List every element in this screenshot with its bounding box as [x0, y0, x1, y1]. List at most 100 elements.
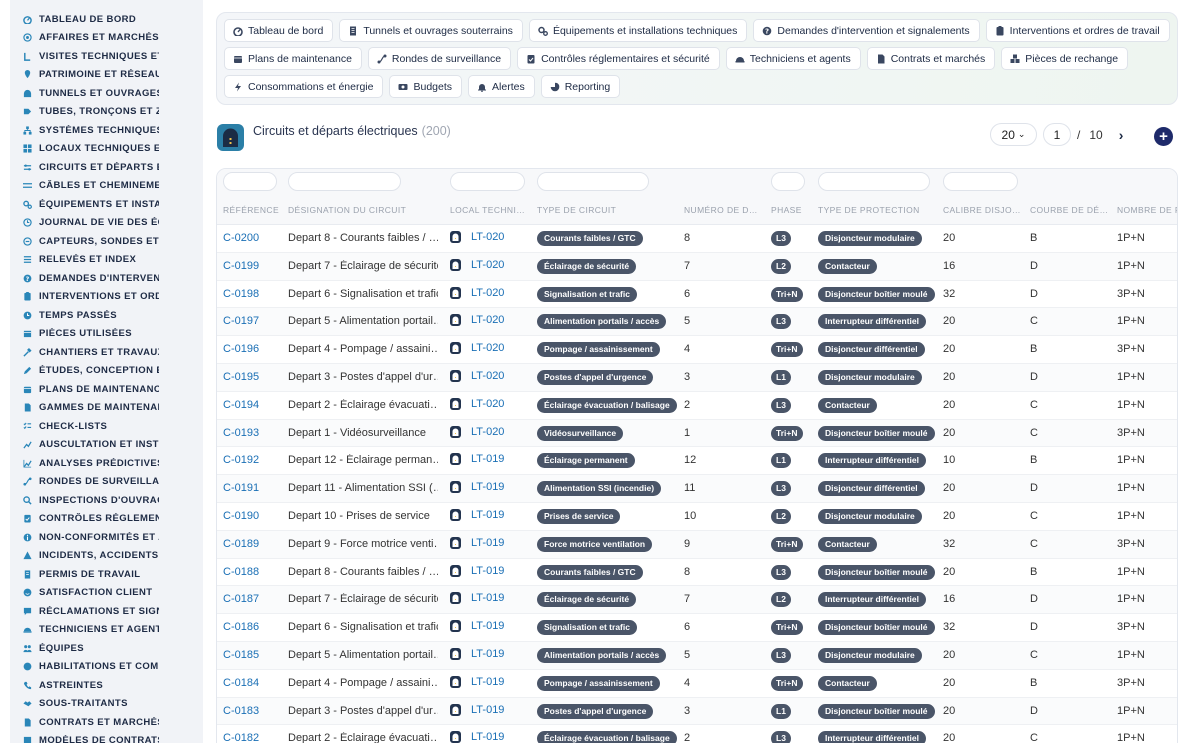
top-nav-button[interactable]: Budgets [389, 75, 463, 98]
sidebar-item[interactable]: ASTREINTES [10, 676, 203, 695]
sidebar-item[interactable]: GAMMES DE MAINTENANC [10, 399, 203, 418]
plus-circle-icon[interactable]: + [1154, 127, 1173, 146]
local-technique-link[interactable]: LT-019 [450, 620, 504, 633]
reference-link[interactable]: C-0196 [223, 343, 259, 355]
column-header[interactable]: CALIBRE DISJO… [943, 205, 1021, 215]
top-nav-button[interactable]: Alertes [468, 75, 535, 98]
sidebar-item[interactable]: PATRIMOINE ET RÉSEAUX [10, 66, 203, 85]
column-header[interactable]: TYPE DE PROTECTION [818, 205, 920, 215]
sidebar-item[interactable]: PLANS DE MAINTENANCE [10, 380, 203, 399]
table-row[interactable]: C-0195 Depart 3 - Postes d'appel d'ur… LT-… [217, 363, 1177, 392]
sidebar-item[interactable]: ANALYSES PRÉDICTIVES [10, 454, 203, 473]
reference-link[interactable]: C-0194 [223, 399, 259, 411]
reference-link[interactable]: C-0189 [223, 538, 259, 550]
sidebar-item[interactable]: PIÈCES UTILISÉES [10, 325, 203, 344]
local-technique-link[interactable]: LT-019 [450, 481, 504, 494]
column-header[interactable]: COURBE DE DÉ… [1030, 205, 1108, 215]
column-header[interactable]: NUMÉRO DE D… [684, 205, 758, 215]
reference-link[interactable]: C-0187 [223, 593, 259, 605]
sidebar-item[interactable]: MODÈLES DE CONTRATS [10, 732, 203, 743]
reference-link[interactable]: C-0182 [223, 732, 259, 743]
top-nav-button[interactable]: Plans de maintenance [224, 47, 362, 70]
reference-link[interactable]: C-0190 [223, 510, 259, 522]
reference-link[interactable]: C-0191 [223, 482, 259, 494]
sidebar-item[interactable]: TEMPS PASSÉS [10, 306, 203, 325]
local-technique-link[interactable]: LT-019 [450, 731, 504, 743]
sidebar-item[interactable]: CONTRÔLES RÉGLEMENT [10, 510, 203, 529]
top-nav-button[interactable]: Techniciens et agents [725, 47, 861, 70]
sidebar-item[interactable]: CONTRATS ET MARCHÉS [10, 713, 203, 732]
sidebar-item[interactable]: CHANTIERS ET TRAVAUX [10, 343, 203, 362]
local-technique-link[interactable]: LT-020 [450, 231, 504, 243]
local-technique-link[interactable]: LT-020 [450, 314, 504, 327]
local-technique-link[interactable]: LT-019 [450, 675, 504, 688]
local-technique-link[interactable]: LT-020 [450, 397, 504, 410]
table-row[interactable]: C-0183 Depart 3 - Postes d'appel d'ur… LT-… [217, 697, 1177, 726]
sidebar-item[interactable]: CIRCUITS ET DÉPARTS ÉL [10, 158, 203, 177]
sidebar-item[interactable]: RELEVÉS ET INDEX [10, 251, 203, 270]
local-technique-link[interactable]: LT-019 [450, 647, 504, 660]
chevron-right-icon[interactable]: › [1119, 127, 1124, 143]
local-technique-link[interactable]: LT-019 [450, 508, 504, 521]
sidebar-item[interactable]: JOURNAL DE VIE DES ÉQ [10, 214, 203, 233]
top-nav-button[interactable]: Pièces de rechange [1001, 47, 1129, 70]
reference-link[interactable]: C-0193 [223, 427, 259, 439]
page-number-input[interactable]: 1 [1043, 123, 1071, 146]
sidebar-item[interactable]: INTERVENTIONS ET ORDR [10, 288, 203, 307]
column-filter-input[interactable] [771, 172, 805, 191]
reference-link[interactable]: C-0186 [223, 621, 259, 633]
reference-link[interactable]: C-0197 [223, 315, 259, 327]
local-technique-link[interactable]: LT-019 [450, 564, 504, 577]
table-row[interactable]: C-0188 Depart 8 - Courants faibles / … LT-… [217, 559, 1177, 587]
sidebar-item[interactable]: HABILITATIONS ET COMP [10, 658, 203, 677]
table-row[interactable]: C-0197 Depart 5 - Alimentation portail… LT… [217, 308, 1177, 337]
local-technique-link[interactable]: LT-019 [450, 453, 504, 466]
sidebar-item[interactable]: CAPTEURS, SONDES ET C [10, 232, 203, 251]
sidebar-item[interactable]: SOUS-TRAITANTS [10, 695, 203, 714]
table-row[interactable]: C-0196 Depart 4 - Pompage / assaini… LT-02… [217, 336, 1177, 364]
sidebar-item[interactable]: AUSCULTATION ET INSTR [10, 436, 203, 455]
reference-link[interactable]: C-0200 [223, 232, 259, 244]
column-filter-input[interactable] [288, 172, 401, 191]
reference-link[interactable]: C-0188 [223, 566, 259, 578]
table-row[interactable]: C-0190 Depart 10 - Prises de service LT-01… [217, 503, 1177, 531]
local-technique-link[interactable]: LT-020 [450, 425, 504, 438]
sidebar-item[interactable]: SYSTÈMES TECHNIQUES [10, 121, 203, 140]
column-filter-input[interactable] [223, 172, 277, 191]
sidebar-item[interactable]: ÉTUDES, CONCEPTION ET [10, 362, 203, 381]
column-filter-input[interactable] [943, 172, 1018, 191]
top-nav-button[interactable]: ? Demandes d'intervention et signalements [753, 19, 980, 42]
sidebar-item[interactable]: TUBES, TRONÇONS ET ZO [10, 103, 203, 122]
sidebar-item[interactable]: LOCAUX TECHNIQUES ET [10, 140, 203, 159]
sidebar-item[interactable]: PERMIS DE TRAVAIL [10, 565, 203, 584]
table-row[interactable]: C-0187 Depart 7 - Éclairage de sécurité LT… [217, 586, 1177, 615]
page-size-select[interactable]: 20 ⌄ [990, 123, 1037, 146]
local-technique-link[interactable]: LT-020 [450, 369, 504, 382]
reference-link[interactable]: C-0198 [223, 288, 259, 300]
local-technique-link[interactable]: LT-019 [450, 592, 504, 605]
column-header[interactable]: LOCAL TECHNI… [450, 205, 525, 215]
top-nav-button[interactable]: Consommations et énergie [224, 75, 384, 98]
column-header[interactable]: NOMBRE DE P [1117, 205, 1177, 215]
column-header[interactable]: PHASE [771, 205, 802, 215]
table-row[interactable]: C-0189 Depart 9 - Force motrice venti… LT-… [217, 530, 1177, 559]
reference-link[interactable]: C-0183 [223, 705, 259, 717]
top-nav-button[interactable]: Contrats et marchés [866, 47, 996, 70]
table-row[interactable]: C-0191 Depart 11 - Alimentation SSI (… LT-… [217, 475, 1177, 503]
sidebar-item[interactable]: RÉCLAMATIONS ET SIGNA [10, 602, 203, 621]
sidebar-item[interactable]: SATISFACTION CLIENT [10, 584, 203, 603]
top-nav-button[interactable]: Interventions et ordres de travail [985, 19, 1170, 42]
column-header[interactable]: DÉSIGNATION DU CIRCUIT [288, 205, 406, 215]
local-technique-link[interactable]: LT-020 [450, 342, 504, 355]
reference-link[interactable]: C-0184 [223, 677, 259, 689]
sidebar-item[interactable]: VISITES TECHNIQUES ET [10, 47, 203, 66]
sidebar-item[interactable]: RONDES DE SURVEILLAN [10, 473, 203, 492]
sidebar-item[interactable]: TECHNICIENS ET AGENTS [10, 621, 203, 640]
local-technique-link[interactable]: LT-019 [450, 536, 504, 549]
local-technique-link[interactable]: LT-020 [450, 286, 504, 299]
top-nav-button[interactable]: Équipements et installations techniques [528, 19, 748, 42]
sidebar-item[interactable]: ÉQUIPES [10, 639, 203, 658]
table-row[interactable]: C-0200 Depart 8 - Courants faibles / … LT-… [217, 225, 1177, 253]
reference-link[interactable]: C-0185 [223, 649, 259, 661]
column-filter-input[interactable] [537, 172, 649, 191]
